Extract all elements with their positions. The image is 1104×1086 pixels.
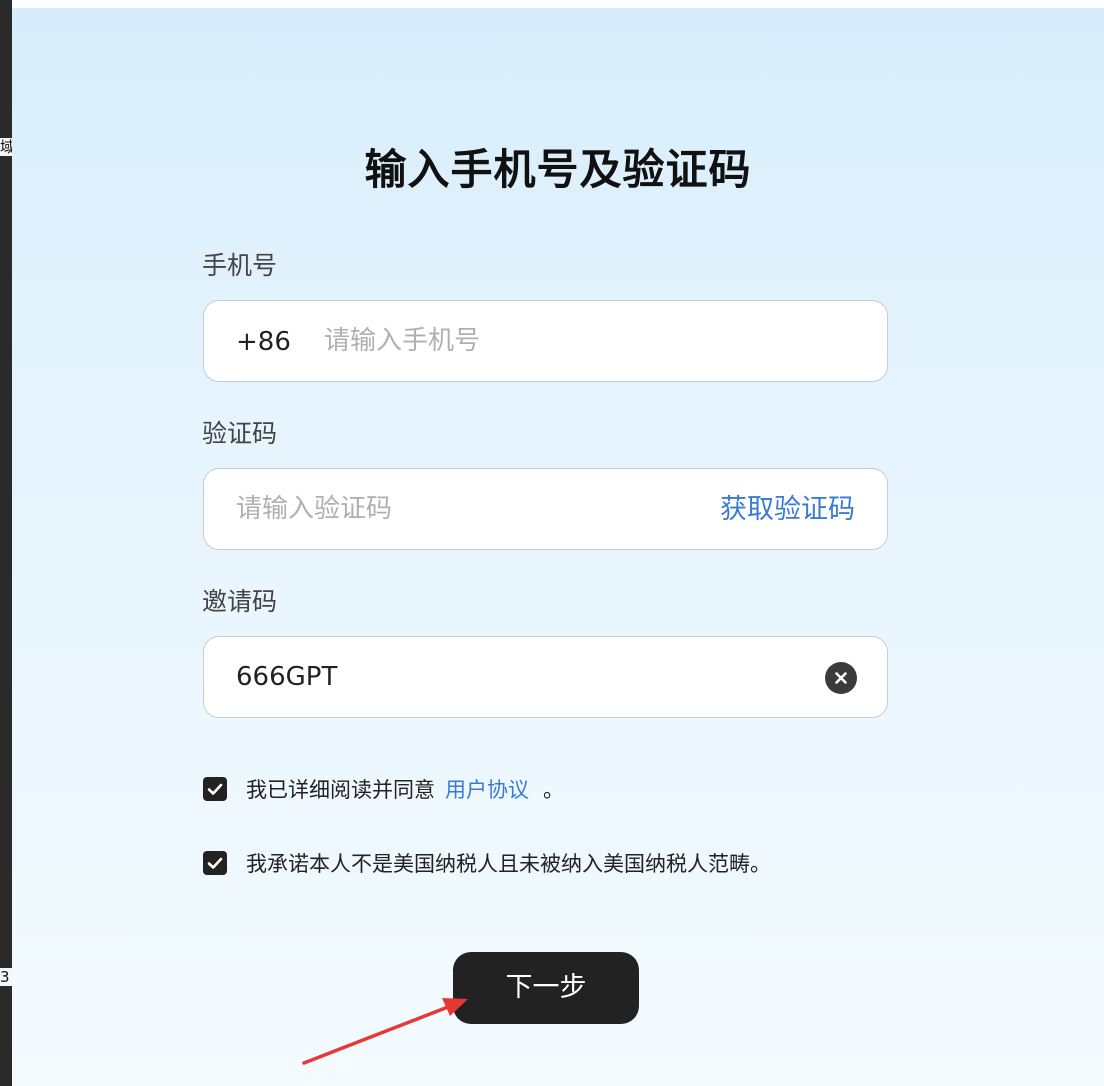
- window-top-bar: [0, 0, 1104, 8]
- background-window-strip: 域 3: [0, 0, 12, 1086]
- country-code[interactable]: +86: [236, 301, 291, 383]
- invite-code-input[interactable]: [236, 637, 796, 717]
- invite-code-label: 邀请码: [202, 587, 278, 616]
- invite-code-field[interactable]: [203, 636, 888, 718]
- user-agreement-link[interactable]: 用户协议: [445, 774, 529, 804]
- clear-circle-icon[interactable]: [825, 662, 857, 694]
- next-step-button[interactable]: 下一步: [453, 952, 639, 1024]
- agreement-row: 我已详细阅读并同意 用户协议 。: [203, 774, 564, 804]
- background-text-fragment: 3: [0, 968, 12, 986]
- page-title: 输入手机号及验证码: [364, 145, 752, 194]
- login-panel: 输入手机号及验证码 手机号 +86 验证码 获取验证码 邀请码 我已详细阅读并同…: [12, 8, 1104, 1086]
- agreement-checkbox[interactable]: [203, 777, 227, 801]
- verification-code-field[interactable]: 获取验证码: [203, 468, 888, 550]
- verification-code-input[interactable]: [236, 469, 666, 549]
- background-text-fragment: 域: [0, 138, 12, 156]
- tax-pledge-row: 我承诺本人不是美国纳税人且未被纳入美国纳税人范畴。: [203, 848, 771, 878]
- get-code-button[interactable]: 获取验证码: [720, 469, 855, 551]
- tax-pledge-checkbox[interactable]: [203, 851, 227, 875]
- check-icon: [207, 783, 223, 795]
- agreement-text: 我已详细阅读并同意: [246, 778, 435, 802]
- check-icon: [207, 857, 223, 869]
- phone-label: 手机号: [202, 251, 278, 280]
- agreement-period: 。: [543, 778, 564, 802]
- tax-pledge-text: 我承诺本人不是美国纳税人且未被纳入美国纳税人范畴。: [246, 852, 771, 876]
- phone-input[interactable]: [324, 301, 864, 381]
- phone-field[interactable]: +86: [203, 300, 888, 382]
- verification-code-label: 验证码: [202, 419, 278, 448]
